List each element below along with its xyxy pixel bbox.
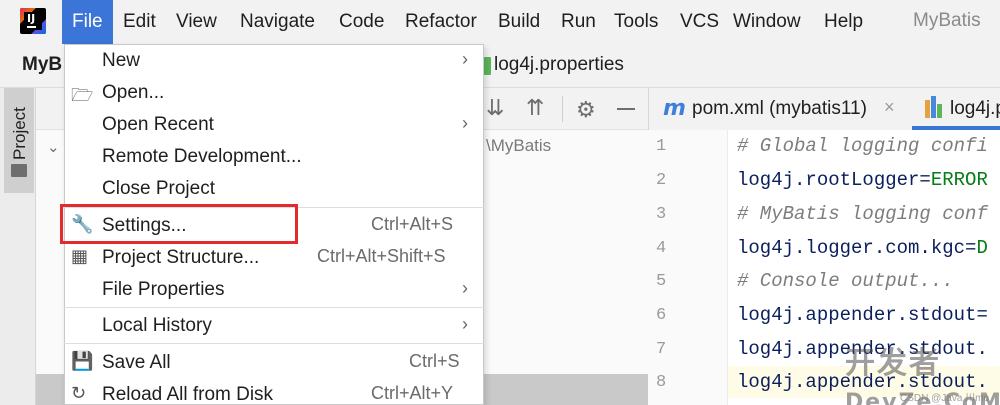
- collapse-all-icon[interactable]: ⇈: [526, 96, 544, 120]
- maven-icon: m: [663, 96, 686, 121]
- properties-tab-icon-bar2: [937, 104, 942, 118]
- line-number: 3: [656, 205, 667, 224]
- menu-item-remote-development[interactable]: Remote Development...: [102, 145, 302, 169]
- line-number: 4: [656, 239, 667, 258]
- tab-pom-xml[interactable]: pom.xml (mybatis11): [692, 88, 867, 130]
- menu-code[interactable]: Code: [339, 10, 384, 34]
- code-line[interactable]: log4j.rootLogger=ERROR: [737, 169, 988, 191]
- menu-build[interactable]: Build: [498, 10, 540, 34]
- code-key: log4j.logger.com.kgc=: [737, 237, 977, 259]
- menu-edit[interactable]: Edit: [123, 10, 156, 34]
- line-number: 1: [656, 137, 667, 156]
- chevron-right-icon: ›: [462, 278, 468, 298]
- chevron-down-icon[interactable]: ⌄: [47, 138, 60, 156]
- menu-window[interactable]: Window: [733, 10, 801, 34]
- save-icon: 💾: [71, 351, 94, 371]
- line-number: 6: [656, 306, 667, 325]
- menu-item-new[interactable]: New: [102, 49, 140, 73]
- code-value: ERROR: [930, 169, 988, 191]
- code-line[interactable]: # Global logging confi: [737, 135, 988, 157]
- line-number: 7: [656, 340, 667, 359]
- menu-item-project-structure[interactable]: Project Structure...: [102, 246, 259, 270]
- line-number: 8: [656, 373, 667, 392]
- properties-file-icon: [484, 57, 491, 75]
- menu-navigate[interactable]: Navigate: [240, 10, 315, 34]
- menu-item-open[interactable]: Open...: [102, 81, 164, 105]
- menu-vcs[interactable]: VCS: [680, 10, 719, 34]
- code-line[interactable]: # MyBatis logging conf: [737, 203, 988, 225]
- menu-separator: [64, 307, 484, 308]
- menu-item-close-project[interactable]: Close Project: [102, 177, 215, 201]
- minimize-icon[interactable]: [617, 108, 635, 110]
- shortcut-save-all: Ctrl+S: [409, 351, 460, 371]
- breadcrumb-project[interactable]: MyB: [22, 54, 62, 76]
- menu-item-local-history[interactable]: Local History: [102, 314, 212, 338]
- menu-separator: [64, 343, 484, 344]
- code-line[interactable]: # Console output...: [737, 270, 954, 292]
- shortcut-project-structure: Ctrl+Alt+Shift+S: [317, 246, 446, 266]
- code-key: log4j.rootLogger=: [737, 169, 931, 191]
- close-icon[interactable]: ×: [884, 97, 895, 118]
- menu-file[interactable]: File: [62, 0, 113, 44]
- menu-bar: IJ File Edit View Navigate Code Refactor…: [0, 0, 1000, 44]
- tab-log4j-properties[interactable]: log4j.p: [950, 88, 1000, 130]
- expand-all-icon[interactable]: ⇊: [486, 96, 504, 120]
- intellij-logo-icon[interactable]: IJ: [20, 8, 46, 34]
- shortcut-reload-all: Ctrl+Alt+Y: [371, 383, 454, 403]
- menu-item-open-recent[interactable]: Open Recent: [102, 113, 214, 137]
- line-number: 5: [656, 272, 667, 291]
- folder-icon: [11, 164, 27, 177]
- properties-tab-icon: [925, 100, 930, 118]
- menu-view[interactable]: View: [176, 10, 217, 34]
- watermark-caption: CSDN @Java 川mo: [900, 393, 990, 404]
- menu-help[interactable]: Help: [824, 10, 863, 34]
- menu-tools[interactable]: Tools: [614, 10, 658, 34]
- toolbar-separator: [562, 96, 563, 122]
- folder-open-icon: 🗁: [71, 85, 94, 105]
- menu-item-save-all[interactable]: Save All: [102, 351, 171, 375]
- reload-icon: ↻: [71, 383, 87, 403]
- menu-refactor[interactable]: Refactor: [405, 10, 477, 34]
- line-number: 2: [656, 171, 667, 190]
- menu-item-reload-all[interactable]: Reload All from Disk: [102, 383, 273, 405]
- code-line[interactable]: log4j.appender.stdout=: [737, 304, 988, 326]
- shortcut-settings: Ctrl+Alt+S: [371, 214, 454, 234]
- app-title: MyBatis: [913, 10, 981, 31]
- project-root-path[interactable]: \MyBatis: [486, 136, 551, 156]
- settings-highlight-box: [60, 204, 298, 244]
- project-tab-label: Project: [10, 107, 29, 160]
- gear-icon[interactable]: ⚙: [576, 97, 596, 123]
- project-structure-icon: ▦: [71, 246, 89, 266]
- properties-tab-icon-bar: [931, 96, 936, 118]
- chevron-right-icon: ›: [462, 113, 468, 133]
- breadcrumb-file[interactable]: log4j.properties: [494, 54, 624, 76]
- menu-item-file-properties[interactable]: File Properties: [102, 278, 225, 302]
- chevron-right-icon: ›: [462, 314, 468, 334]
- chevron-right-icon: ›: [462, 49, 468, 69]
- menu-run[interactable]: Run: [561, 10, 596, 34]
- code-value: D: [976, 237, 988, 259]
- code-line[interactable]: log4j.logger.com.kgc=D: [737, 237, 988, 259]
